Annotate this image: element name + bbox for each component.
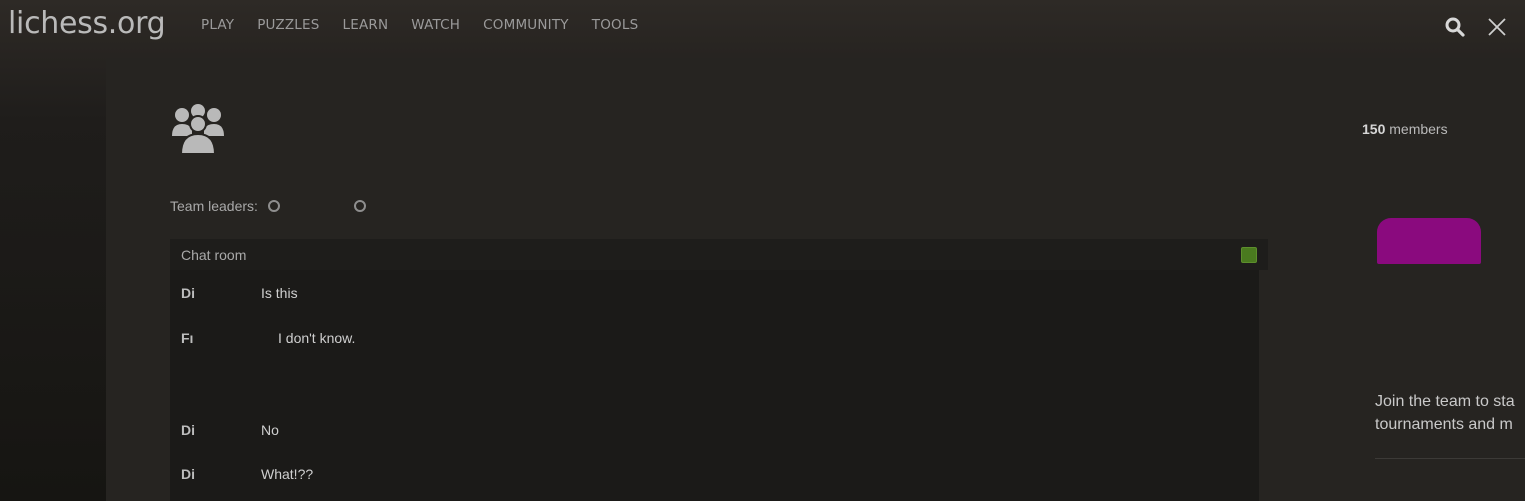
nav-item-play[interactable]: PLAY [201, 17, 234, 33]
join-team-text: Join the team to sta tournaments and m [1375, 390, 1525, 436]
members-label: members [1389, 121, 1448, 137]
chat-toggle-checkbox[interactable] [1241, 247, 1257, 263]
nav-item-watch[interactable]: WATCH [411, 17, 460, 33]
site-logo[interactable]: lichess.org [8, 4, 166, 44]
top-navigation: lichess.org PLAY PUZZLES LEARN WATCH COM… [0, 0, 1525, 56]
chat-text: I don't know. [278, 330, 356, 346]
leader-status-icon [267, 200, 280, 212]
close-icon[interactable] [1486, 16, 1508, 38]
leader-status-icon [353, 200, 366, 212]
join-text-line: Join the team to sta [1375, 393, 1515, 410]
members-number: 150 [1362, 121, 1386, 137]
chat-username[interactable]: Di [181, 285, 195, 301]
nav-item-community[interactable]: COMMUNITY [483, 17, 569, 33]
nav-item-learn[interactable]: LEARN [343, 17, 389, 33]
team-leaders-label: Team leaders: [170, 198, 258, 214]
search-icon[interactable] [1444, 16, 1466, 38]
sidebar-divider [1375, 458, 1525, 459]
team-flair-badge [1377, 218, 1481, 264]
page: lichess.org PLAY PUZZLES LEARN WATCH COM… [0, 0, 1525, 501]
chat-username[interactable]: Di [181, 422, 195, 438]
team-main-panel: Team leaders: Chat room Di Is this Fı I … [106, 58, 1525, 501]
chat-username[interactable]: Di [181, 466, 195, 482]
chat-text: What!?? [261, 466, 314, 482]
chat-room: Chat room Di Is this Fı I don't know. Di… [170, 239, 1268, 501]
nav-item-tools[interactable]: TOOLS [592, 17, 639, 33]
team-leaders: Team leaders: [170, 198, 366, 214]
chat-username[interactable]: Fı [181, 330, 193, 346]
join-text-line: tournaments and m [1375, 416, 1513, 433]
chat-header: Chat room [170, 239, 1268, 270]
members-count[interactable]: 150 members [1362, 121, 1448, 137]
main-nav: PLAY PUZZLES LEARN WATCH COMMUNITY TOOLS [201, 17, 661, 33]
chat-scrollbar[interactable] [1259, 270, 1268, 501]
chat-title[interactable]: Chat room [181, 247, 246, 263]
chat-text: No [261, 422, 279, 438]
nav-item-puzzles[interactable]: PUZZLES [257, 17, 319, 33]
chat-text: Is this [261, 285, 298, 301]
team-icon [170, 102, 226, 155]
